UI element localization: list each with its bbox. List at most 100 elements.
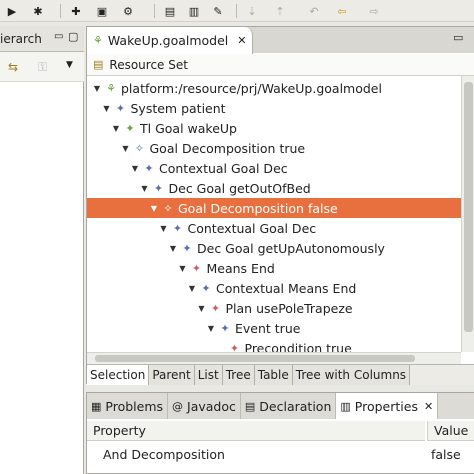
expand-toggle-icon[interactable]: ▼ bbox=[167, 244, 179, 253]
expand-toggle-icon[interactable]: ▼ bbox=[148, 204, 160, 213]
tree-node-label: Contextual Goal Dec bbox=[159, 160, 288, 176]
new-icon[interactable]: ✚ bbox=[68, 3, 84, 19]
bottom-tab[interactable]: ▤ Declaration bbox=[241, 393, 337, 419]
resource-set-icon: ▤ bbox=[93, 58, 104, 71]
tree-node-label: Goal Decomposition true bbox=[149, 140, 306, 156]
decomposition-icon: ✧ bbox=[163, 201, 173, 215]
javadoc-icon: @ bbox=[172, 399, 184, 413]
page-tab[interactable]: Selection bbox=[87, 365, 150, 385]
tree-node[interactable]: ✦ Precondition true bbox=[87, 338, 461, 353]
build-icon[interactable]: ⚙ bbox=[120, 3, 136, 19]
bottom-tab[interactable]: ▥ Properties ✕ bbox=[336, 393, 439, 419]
tree-node-label: Dec Goal getOutOfBed bbox=[168, 180, 311, 196]
nav-icon[interactable]: ⇡ bbox=[272, 3, 288, 19]
tree-node[interactable]: ▼ ✦ Plan usePoleTrapeze bbox=[87, 298, 461, 318]
expand-toggle-icon[interactable]: ▼ bbox=[110, 124, 122, 133]
tree-node[interactable]: ▼ ✦ Dec Goal getUpAutonomously bbox=[87, 238, 461, 258]
expand-toggle-icon[interactable]: ▼ bbox=[91, 84, 103, 93]
page-tab[interactable]: Table bbox=[254, 365, 293, 385]
expand-toggle-icon[interactable]: ▼ bbox=[139, 184, 151, 193]
tree-node-label: Tl Goal wakeUp bbox=[140, 120, 237, 136]
tree-node[interactable]: ▼ ✦ System patient bbox=[87, 98, 461, 118]
toolbar-separator bbox=[154, 4, 155, 18]
tree-node[interactable]: ▼ ✦ Dec Goal getOutOfBed bbox=[87, 178, 461, 198]
bottom-tab[interactable]: @ Javadoc bbox=[168, 393, 241, 419]
tree-node-label: Precondition true bbox=[244, 340, 352, 353]
hierarchy-tab[interactable]: ierarch ▭ ▢ bbox=[0, 26, 84, 52]
tree-node-label: Plan usePoleTrapeze bbox=[225, 300, 353, 316]
goal-tree: ▼ ⚘ platform:/resource/prj/WakeUp.goalmode… bbox=[87, 76, 461, 352]
main-toolbar: ▶ ✱ ✚ ▣ ⚙ ▤ ▥ ✎ ⇣ ⇡ ↶ ⇦ ⇨ bbox=[0, 0, 474, 22]
view-menu-icon[interactable]: ▼ bbox=[66, 60, 73, 70]
horizontal-scrollbar[interactable] bbox=[87, 352, 461, 364]
plan-icon: ✦ bbox=[210, 301, 221, 315]
folder-open-icon[interactable]: ▥ bbox=[186, 3, 202, 19]
precondition-icon: ✦ bbox=[229, 341, 240, 353]
open-icon[interactable]: ▣ bbox=[94, 3, 110, 19]
bottom-tab[interactable]: ▦ Problems bbox=[87, 393, 169, 419]
expand-toggle-icon[interactable]: ▼ bbox=[205, 324, 217, 333]
tree-node-label: Contextual Goal Dec bbox=[187, 220, 317, 236]
lock-icon[interactable]: ⚿ bbox=[38, 60, 47, 75]
column-header-value[interactable]: Value bbox=[427, 421, 474, 441]
bottom-tabbar: ▦ Problems @ Javadoc ▤ Declaration ▥ Properties… bbox=[87, 393, 474, 419]
close-icon[interactable]: ✕ bbox=[424, 400, 433, 413]
expand-toggle-icon[interactable]: ▼ bbox=[120, 144, 132, 153]
column-header-property[interactable]: Property bbox=[87, 421, 425, 441]
page-tab[interactable]: Tree with Columns bbox=[292, 365, 411, 385]
tree-node[interactable]: ▼ ✦ Contextual Goal Dec bbox=[87, 158, 461, 178]
tree-node-label: platform:/resource/prj/WakeUp.goalmodel bbox=[121, 80, 382, 96]
expand-toggle-icon[interactable]: ▼ bbox=[186, 284, 198, 293]
tree-node-label: Contextual Means End bbox=[216, 280, 357, 296]
expand-toggle-icon[interactable]: ▼ bbox=[158, 224, 170, 233]
debug-icon[interactable]: ✱ bbox=[30, 3, 46, 19]
tree-node-label: Dec Goal getUpAutonomously bbox=[197, 240, 385, 256]
tree-node-label: Goal Decomposition false bbox=[178, 200, 338, 216]
scroll-thumb[interactable] bbox=[95, 355, 415, 362]
folder-icon[interactable]: ▤ bbox=[162, 3, 178, 19]
expand-toggle-icon[interactable]: ▼ bbox=[196, 304, 208, 313]
expand-toggle-icon[interactable]: ▼ bbox=[129, 164, 141, 173]
tree-node[interactable]: ▼ ✦ Event true bbox=[87, 318, 461, 338]
maximize-icon[interactable]: ▢ bbox=[68, 30, 78, 43]
expand-toggle-icon[interactable]: ▼ bbox=[101, 104, 113, 113]
tree-node-label: Event true bbox=[235, 320, 301, 336]
tree-node[interactable]: ▼ ✦ Contextual Goal Dec bbox=[87, 218, 461, 238]
hierarchy-tab-label: ierarch bbox=[0, 32, 42, 46]
properties-icon: ▥ bbox=[340, 399, 351, 413]
minimize-icon[interactable]: ▭ bbox=[54, 31, 63, 42]
goalmodel-file-icon: ⚘ bbox=[93, 34, 103, 47]
tree-node[interactable]: ▼ ⚘ platform:/resource/prj/WakeUp.goalmode… bbox=[87, 78, 461, 98]
forward-icon[interactable]: ⇨ bbox=[366, 3, 382, 19]
page-tab[interactable]: Tree bbox=[222, 365, 255, 385]
bottom-tab-label: Properties bbox=[354, 398, 418, 414]
page-tab[interactable]: Parent bbox=[149, 365, 195, 385]
scroll-thumb[interactable] bbox=[464, 82, 473, 332]
means-end-icon: ✦ bbox=[191, 261, 202, 275]
wand-icon[interactable]: ✎ bbox=[210, 3, 226, 19]
decomposition-icon: ✧ bbox=[134, 141, 145, 155]
tree-node[interactable]: ▼ ✦ Contextual Means End bbox=[87, 278, 461, 298]
close-icon[interactable]: ✕ bbox=[237, 34, 246, 47]
tree-node[interactable]: ▼ ✧ Goal Decomposition false bbox=[87, 198, 461, 218]
page-tab[interactable]: List bbox=[194, 365, 223, 385]
annotation-icon[interactable]: ↶ bbox=[306, 3, 322, 19]
expand-toggle-icon[interactable]: ▼ bbox=[177, 264, 189, 273]
file-icon: ⚘ bbox=[106, 81, 116, 95]
editor-tab-wakeup[interactable]: ⚘ WakeUp.goalmodel ✕ bbox=[87, 27, 253, 54]
vertical-scrollbar[interactable] bbox=[461, 76, 474, 352]
minimize-icon[interactable]: ▭ bbox=[453, 31, 463, 44]
pin-icon[interactable]: ⇣ bbox=[244, 3, 260, 19]
tree-node[interactable]: ▼ ✦ Tl Goal wakeUp bbox=[87, 118, 461, 138]
run-icon[interactable]: ▶ bbox=[4, 3, 20, 19]
property-value[interactable]: false bbox=[427, 443, 474, 465]
contextual-goal-icon: ✦ bbox=[172, 221, 183, 235]
tree-node[interactable]: ▼ ✧ Goal Decomposition true bbox=[87, 138, 461, 158]
bottom-tab-label: Javadoc bbox=[187, 398, 236, 414]
properties-view: ▦ Problems @ Javadoc ▤ Declaration ▥ Properties… bbox=[86, 392, 474, 474]
hierarchy-mode-icon[interactable]: ⇆ bbox=[8, 60, 18, 74]
resource-set-header: ▤ Resource Set bbox=[87, 54, 474, 76]
dec-goal-icon: ✦ bbox=[153, 181, 164, 195]
tree-node[interactable]: ▼ ✦ Means End bbox=[87, 258, 461, 278]
back-icon[interactable]: ⇦ bbox=[334, 3, 350, 19]
